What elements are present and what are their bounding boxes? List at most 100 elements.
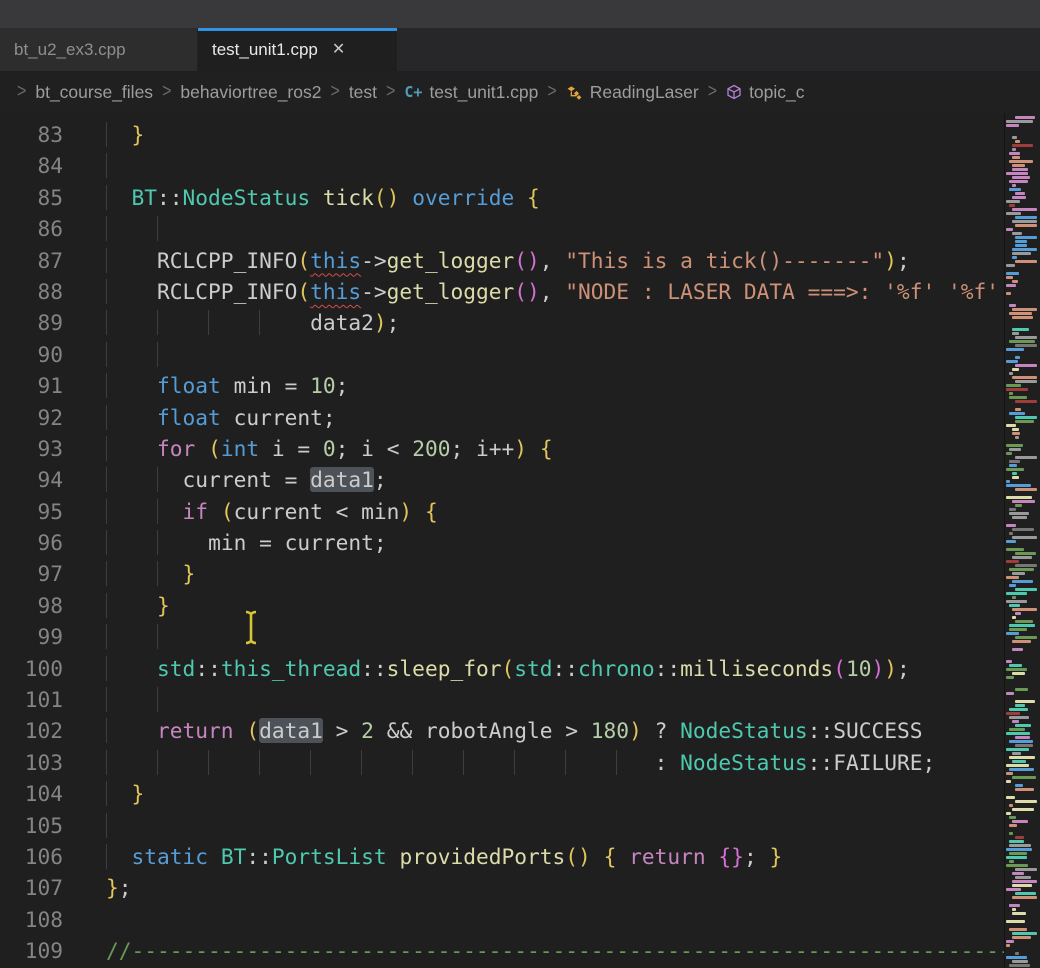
active-tab-accent <box>198 28 397 31</box>
code-line-103[interactable]: 103 : NodeStatus::FAILURE; <box>0 747 1004 778</box>
code-text: } <box>106 590 170 621</box>
indent-guide <box>106 185 132 210</box>
indent-guide <box>157 750 208 775</box>
indent-guide <box>565 750 616 775</box>
code-line-84[interactable]: 84 <box>0 150 1004 181</box>
code-text <box>106 621 170 652</box>
indent-guide <box>157 216 170 241</box>
indent-guide <box>106 844 132 869</box>
indent-guide <box>157 310 208 335</box>
code-text: float current; <box>106 402 336 433</box>
code-line-88[interactable]: 88 RCLCPP_INFO(this->get_logger(), "NODE… <box>0 276 1004 307</box>
breadcrumb-item-ReadingLaser[interactable]: ReadingLaser <box>566 82 699 103</box>
line-number[interactable]: 85 <box>0 182 63 213</box>
line-number[interactable]: 87 <box>0 245 63 276</box>
code-line-108[interactable]: 108 <box>0 904 1004 935</box>
indent-guide <box>259 310 310 335</box>
indent-guide <box>106 248 157 273</box>
line-number[interactable]: 94 <box>0 464 63 495</box>
line-number[interactable]: 83 <box>0 119 63 150</box>
code-line-90[interactable]: 90 <box>0 339 1004 370</box>
line-number[interactable]: 90 <box>0 339 63 370</box>
line-number[interactable]: 96 <box>0 527 63 558</box>
code-line-95[interactable]: 95 if (current < min) { <box>0 496 1004 527</box>
code-line-97[interactable]: 97 } <box>0 558 1004 589</box>
code-line-104[interactable]: 104 } <box>0 778 1004 809</box>
breadcrumb-item-test[interactable]: test <box>349 82 377 103</box>
code-line-102[interactable]: 102 return (data1 > 2 && robotAngle > 18… <box>0 715 1004 746</box>
code-line-91[interactable]: 91 float min = 10; <box>0 370 1004 401</box>
breadcrumb-item-behaviortree_ros2[interactable]: behaviortree_ros2 <box>180 82 321 103</box>
line-number[interactable]: 101 <box>0 684 63 715</box>
line-number[interactable]: 99 <box>0 621 63 652</box>
indent-guide <box>106 342 157 367</box>
indent-guide <box>310 750 361 775</box>
minimap[interactable] <box>1004 113 1040 968</box>
code-text: if (current < min) { <box>106 496 438 527</box>
close-tab-icon[interactable]: ✕ <box>332 42 345 58</box>
tab-label: bt_u2_ex3.cpp <box>14 40 126 60</box>
code-line-89[interactable]: 89 data2); <box>0 307 1004 338</box>
line-number[interactable]: 106 <box>0 841 63 872</box>
breadcrumb-label: topic_c <box>749 82 804 103</box>
chevron-right-icon: > <box>162 81 171 103</box>
line-number[interactable]: 98 <box>0 590 63 621</box>
indent-guide <box>106 687 157 712</box>
breadcrumb-item-topic_c[interactable]: topic_c <box>726 82 804 103</box>
breadcrumb-item-test_unit1.cpp[interactable]: C+test_unit1.cpp <box>404 82 538 103</box>
breadcrumb-label: test_unit1.cpp <box>429 82 538 103</box>
code-line-83[interactable]: 83 } <box>0 119 1004 150</box>
indent-guide <box>157 687 170 712</box>
code-text: //--------------------------------------… <box>106 935 1004 966</box>
line-number[interactable]: 108 <box>0 904 63 935</box>
code-line-101[interactable]: 101 <box>0 684 1004 715</box>
indent-guide <box>157 342 170 367</box>
line-number[interactable]: 109 <box>0 935 63 966</box>
line-number[interactable]: 102 <box>0 715 63 746</box>
code-line-96[interactable]: 96 min = current; <box>0 527 1004 558</box>
code-line-92[interactable]: 92 float current; <box>0 402 1004 433</box>
code-area[interactable]: 83 }84 85 BT::NodeStatus tick() override… <box>0 113 1004 967</box>
indent-guide <box>106 373 157 398</box>
code-line-94[interactable]: 94 current = data1; <box>0 464 1004 495</box>
code-line-98[interactable]: 98 } <box>0 590 1004 621</box>
tab-bt_u2_ex3.cpp[interactable]: bt_u2_ex3.cpp <box>0 28 198 71</box>
code-text: current = data1; <box>106 464 387 495</box>
indent-guide <box>106 122 132 147</box>
minimap-row <box>1005 964 1040 968</box>
tab-test_unit1.cpp[interactable]: test_unit1.cpp✕ <box>198 28 397 71</box>
line-number[interactable]: 86 <box>0 213 63 244</box>
line-number[interactable]: 84 <box>0 150 63 181</box>
line-number[interactable]: 93 <box>0 433 63 464</box>
line-number[interactable]: 92 <box>0 402 63 433</box>
line-number[interactable]: 103 <box>0 747 63 778</box>
code-line-106[interactable]: 106 static BT::PortsList providedPorts()… <box>0 841 1004 872</box>
code-line-87[interactable]: 87 RCLCPP_INFO(this->get_logger(), "This… <box>0 245 1004 276</box>
line-number[interactable]: 91 <box>0 370 63 401</box>
indent-guide <box>106 467 157 492</box>
code-line-109[interactable]: 109 //-----------------------------------… <box>0 935 1004 966</box>
code-text <box>106 213 170 244</box>
code-line-107[interactable]: 107}; <box>0 872 1004 903</box>
code-line-85[interactable]: 85 BT::NodeStatus tick() override { <box>0 182 1004 213</box>
code-line-93[interactable]: 93 for (int i = 0; i < 200; i++) { <box>0 433 1004 464</box>
code-line-100[interactable]: 100 std::this_thread::sleep_for(std::chr… <box>0 653 1004 684</box>
code-editor[interactable]: 83 }84 85 BT::NodeStatus tick() override… <box>0 113 1040 968</box>
code-line-99[interactable]: 99 <box>0 621 1004 652</box>
code-text <box>106 684 170 715</box>
indent-guide <box>361 750 412 775</box>
chevron-right-icon: > <box>708 81 717 103</box>
line-number[interactable]: 88 <box>0 276 63 307</box>
line-number[interactable]: 107 <box>0 872 63 903</box>
line-number[interactable]: 100 <box>0 653 63 684</box>
line-number[interactable]: 104 <box>0 778 63 809</box>
line-number[interactable]: 97 <box>0 558 63 589</box>
line-number[interactable]: 95 <box>0 496 63 527</box>
breadcrumb-item-bt_course_files[interactable]: bt_course_files <box>35 82 153 103</box>
line-number[interactable]: 105 <box>0 810 63 841</box>
code-line-105[interactable]: 105 <box>0 810 1004 841</box>
breadcrumb-label: behaviortree_ros2 <box>180 82 321 103</box>
code-text: std::this_thread::sleep_for(std::chrono:… <box>106 653 910 684</box>
code-line-86[interactable]: 86 <box>0 213 1004 244</box>
line-number[interactable]: 89 <box>0 307 63 338</box>
